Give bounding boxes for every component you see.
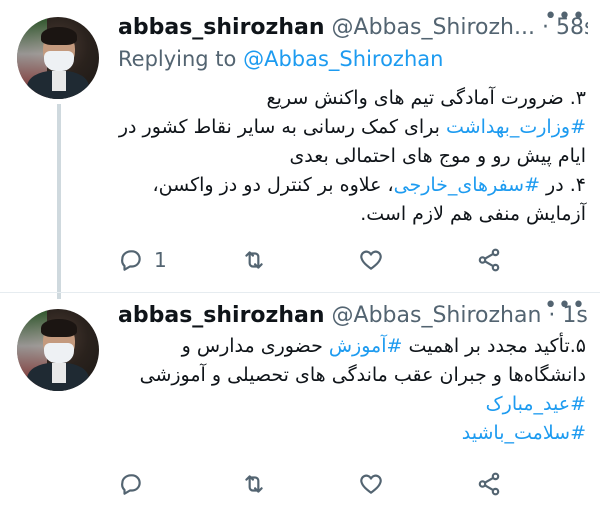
tweet[interactable]: abbas_shirozhan @Abbas_Shirozhan · 1s ••… [0, 293, 600, 532]
share-icon [478, 248, 500, 272]
retweet-button[interactable] [241, 469, 267, 499]
thread-line [57, 104, 61, 299]
like-button[interactable] [358, 245, 384, 275]
like-button[interactable] [358, 469, 384, 499]
tweet-line: ایام پیش رو و موج های احتمالی بعدی [116, 142, 586, 171]
replying-to: Replying to @Abbas_Shirozhan [118, 47, 443, 71]
reply-icon [121, 474, 141, 495]
like-icon [360, 474, 382, 494]
more-icon[interactable]: ••• [544, 293, 586, 318]
text-segment: ۵.تأکید مجدد بر اهمیت [402, 335, 586, 357]
hashtag-link[interactable]: #عید_مبارک [486, 393, 586, 415]
tweet-actions: 1 [118, 245, 500, 275]
avatar[interactable] [17, 309, 99, 391]
text-segment: ، علاوه بر کنترل دو دز واکسن، [152, 174, 394, 196]
text-segment: برای کمک رسانی به سایر نقاط کشور در [118, 116, 446, 138]
reply-icon [121, 250, 141, 271]
text-segment: ۳. ضرورت آمادگی تیم های واکنش سریع [266, 87, 586, 109]
hashtag-link[interactable]: #سلامت_باشید [462, 422, 586, 444]
author-name[interactable]: abbas_shirozhan [118, 303, 325, 328]
share-icon [478, 472, 500, 496]
tweet-line: ۴. در #سفرهای_خارجی، علاوه بر کنترل دو د… [116, 171, 586, 200]
hashtag-link[interactable]: #سفرهای_خارجی [394, 174, 540, 196]
retweet-button[interactable] [241, 245, 267, 275]
author-handle[interactable]: @Abbas_Shirozhan [332, 303, 542, 328]
avatar[interactable] [17, 17, 99, 99]
tweet-actions [118, 469, 500, 499]
text-segment: آزمایش منفی هم لازم است. [360, 203, 586, 225]
tweet-line: آزمایش منفی هم لازم است. [116, 200, 586, 229]
tweet-line: #سلامت_باشید [116, 419, 586, 448]
text-segment: ۴. در [540, 174, 586, 196]
retweet-icon [245, 475, 263, 493]
tweet-line: #عید_مبارک [116, 390, 586, 419]
like-icon [360, 250, 382, 270]
more-icon[interactable]: ••• [544, 4, 586, 29]
retweet-icon [245, 251, 263, 269]
text-segment: ایام پیش رو و موج های احتمالی بعدی [289, 145, 586, 167]
tweet-line: دانشگاه‌ها و جبران عقب ماندگی های تحصیلی… [116, 361, 586, 390]
tweet[interactable]: abbas_shirozhan @Abbas_Shirozh... · 58s … [0, 0, 600, 299]
tweet-line: ۳. ضرورت آمادگی تیم های واکنش سریع [116, 84, 586, 113]
text-segment: دانشگاه‌ها و جبران عقب ماندگی های تحصیلی… [139, 364, 586, 386]
share-button[interactable] [476, 245, 502, 275]
reply-button[interactable] [118, 469, 154, 499]
author-name[interactable]: abbas_shirozhan [118, 15, 325, 40]
tweet-line: ۵.تأکید مجدد بر اهمیت #آموزش حضوری مدارس… [116, 332, 586, 361]
share-button[interactable] [476, 469, 502, 499]
replying-to-label: Replying to [118, 47, 237, 71]
author-handle[interactable]: @Abbas_Shirozh... [332, 15, 535, 40]
hashtag-link[interactable]: #وزارت_بهداشت [446, 116, 586, 138]
reply-button[interactable]: 1 [118, 245, 167, 275]
tweet-header: abbas_shirozhan @Abbas_Shirozh... · 58s [118, 13, 588, 43]
tweet-line: #وزارت_بهداشت برای کمک رسانی به سایر نقا… [116, 113, 586, 142]
tweet-text: ۵.تأکید مجدد بر اهمیت #آموزش حضوری مدارس… [116, 332, 586, 448]
tweet-header: abbas_shirozhan @Abbas_Shirozhan · 1s [118, 301, 588, 331]
reply-count: 1 [154, 248, 167, 272]
text-segment: حضوری مدارس و [181, 335, 329, 357]
replying-to-link[interactable]: @Abbas_Shirozhan [243, 47, 443, 71]
hashtag-link[interactable]: #آموزش [329, 335, 403, 357]
tweet-text: ۳. ضرورت آمادگی تیم های واکنش سریع #وزار… [116, 84, 586, 229]
